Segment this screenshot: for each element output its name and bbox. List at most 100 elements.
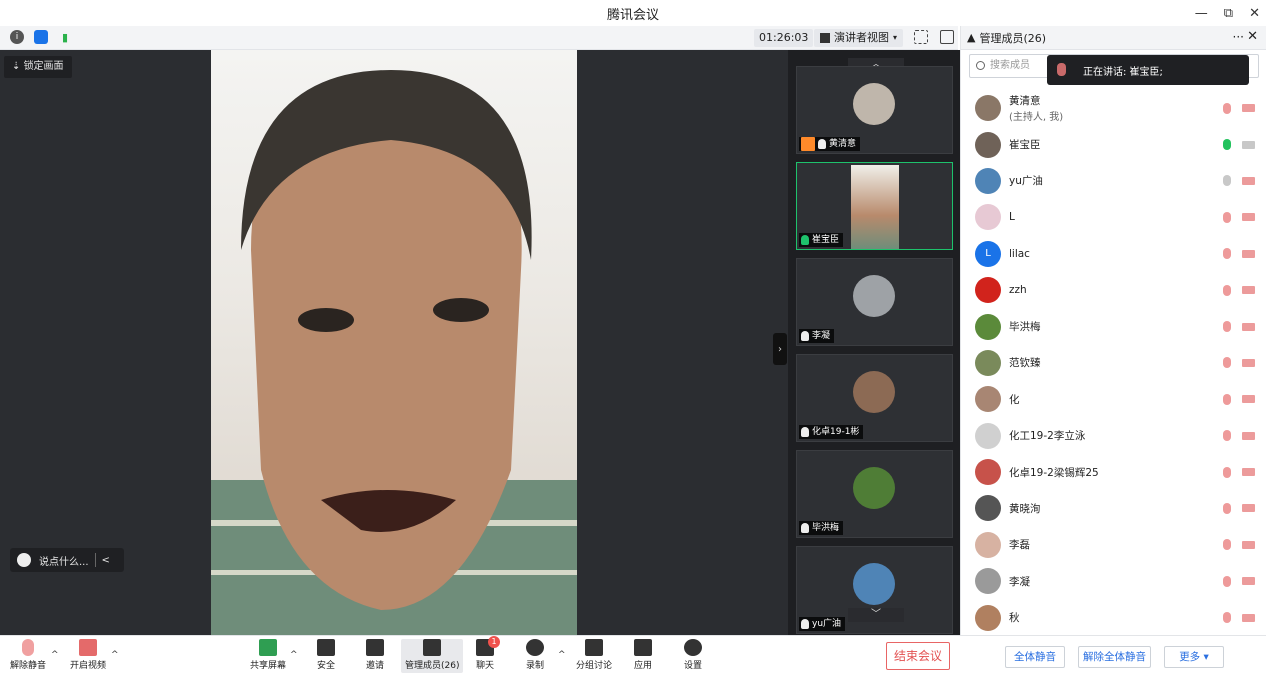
speaker-video (211, 50, 577, 635)
minimize-button[interactable]: — (1195, 6, 1208, 21)
camera-off-icon (79, 639, 97, 656)
member-row[interactable]: yu广油 (961, 163, 1266, 199)
mic-muted-icon[interactable] (1223, 284, 1231, 296)
camera-off-icon[interactable] (1242, 213, 1255, 222)
end-meeting-button[interactable]: 结束会议 (886, 642, 950, 670)
settings-button[interactable]: 设置 (684, 639, 702, 671)
mic-muted-icon[interactable] (1223, 357, 1231, 369)
sidebar-toggle-icon[interactable] (940, 30, 954, 44)
start-video-button[interactable]: 开启视频 (70, 639, 106, 671)
mic-muted-icon[interactable] (1223, 575, 1231, 587)
signal-icon[interactable]: ▮ (58, 30, 72, 44)
gallery-toggle-button[interactable]: › (773, 333, 787, 365)
member-name: 毕洪梅 (1009, 321, 1041, 334)
shield-icon[interactable] (34, 30, 48, 44)
camera-off-icon[interactable] (1242, 176, 1255, 185)
apps-button[interactable]: 应用 (634, 639, 652, 671)
mic-muted-icon[interactable] (1223, 211, 1231, 223)
unmute-all-button[interactable]: 解除全体静音 (1078, 646, 1151, 668)
chat-badge: 1 (488, 636, 500, 648)
camera-icon[interactable] (1242, 140, 1255, 149)
chevron-up-icon[interactable]: ^ (558, 650, 566, 660)
restore-button[interactable]: ⧉ (1224, 6, 1233, 21)
camera-off-icon[interactable] (1242, 577, 1255, 586)
close-button[interactable]: ✕ (1249, 6, 1260, 21)
mic-muted-icon[interactable] (1223, 393, 1231, 405)
chevron-up-icon[interactable]: ^ (290, 650, 298, 660)
member-row[interactable]: L (961, 199, 1266, 235)
meeting-timer: 01:26:03 (754, 29, 814, 47)
window-title: 腾讯会议 (606, 7, 659, 23)
chat-button[interactable]: 1 聊天 (476, 636, 500, 671)
more-button[interactable]: 更多 ▾ (1164, 646, 1224, 668)
collapse-chat-icon[interactable]: < (102, 555, 110, 566)
security-button[interactable]: 安全 (317, 639, 335, 671)
member-row[interactable]: 毕洪梅 (961, 308, 1266, 344)
mic-muted-icon[interactable] (1223, 321, 1231, 333)
gallery-scroll-down-icon[interactable]: ﹀ (848, 608, 904, 622)
camera-off-icon[interactable] (1242, 540, 1255, 549)
mic-muted-icon[interactable] (1223, 248, 1231, 260)
member-row[interactable]: 化卓19-2梁锡辉25 (961, 454, 1266, 490)
unmute-button[interactable]: 解除静音 (10, 639, 46, 671)
chevron-up-icon[interactable]: ^ (51, 650, 59, 660)
chevron-up-icon[interactable]: ^ (111, 650, 119, 660)
camera-off-icon[interactable] (1242, 249, 1255, 258)
mic-icon[interactable] (1223, 139, 1231, 151)
gallery-tile[interactable]: 黄清意 (796, 66, 953, 154)
mic-muted-icon[interactable] (1223, 102, 1231, 114)
more-options-icon[interactable]: ··· (1233, 30, 1244, 44)
mic-icon[interactable] (1223, 175, 1231, 187)
avatar (975, 531, 1001, 558)
gallery-tile[interactable]: 毕洪梅 (796, 450, 953, 538)
search-icon (976, 61, 985, 70)
mic-muted-icon[interactable] (1223, 430, 1231, 442)
member-row[interactable]: 范钦臻 (961, 345, 1266, 381)
camera-off-icon[interactable] (1242, 104, 1255, 113)
camera-off-icon[interactable] (1242, 468, 1255, 477)
member-row[interactable]: 李凝 (961, 563, 1266, 599)
camera-off-icon[interactable] (1242, 286, 1255, 295)
avatar (975, 422, 1001, 449)
invite-button[interactable]: 邀请 (366, 639, 384, 671)
breakout-button[interactable]: 分组讨论 (576, 639, 612, 671)
gallery-tile[interactable]: 崔宝臣 (796, 162, 953, 250)
apps-icon (634, 639, 652, 656)
member-row[interactable]: zzh (961, 272, 1266, 308)
fullscreen-icon[interactable] (914, 30, 928, 44)
mic-muted-icon[interactable] (1223, 502, 1231, 514)
gallery-tile[interactable]: 化卓19-1彬 (796, 354, 953, 442)
close-panel-icon[interactable]: ✕ (1247, 29, 1258, 44)
mic-muted-icon[interactable] (1223, 466, 1231, 478)
member-row[interactable]: 秋 (961, 599, 1266, 635)
lock-view-button[interactable]: ⇣ 锁定画面 (4, 56, 72, 78)
member-row[interactable]: 化 (961, 381, 1266, 417)
mic-muted-icon[interactable] (1223, 612, 1231, 624)
camera-off-icon[interactable] (1242, 431, 1255, 440)
camera-off-icon[interactable] (1242, 322, 1255, 331)
member-row[interactable]: 黄清意 (主持人, 我) (961, 90, 1266, 126)
info-icon[interactable]: i (10, 30, 24, 44)
record-button[interactable]: 录制 (526, 639, 544, 671)
mute-all-button[interactable]: 全体静音 (1005, 646, 1065, 668)
camera-off-icon[interactable] (1242, 504, 1255, 513)
meeting-top-bar: i ▮ 01:26:03 演讲者视图 ▾ (0, 26, 958, 50)
avatar (853, 83, 895, 125)
manage-members-button[interactable]: 管理成员(26) (401, 639, 464, 673)
member-row[interactable]: 崔宝臣 (961, 126, 1266, 162)
member-row[interactable]: 李磊 (961, 527, 1266, 563)
camera-off-icon[interactable] (1242, 613, 1255, 622)
camera-off-icon[interactable] (1242, 358, 1255, 367)
mic-muted-icon[interactable] (1223, 539, 1231, 551)
breakout-icon (585, 639, 603, 656)
share-screen-button[interactable]: 共享屏幕 (250, 639, 286, 671)
member-row[interactable]: 黄晓洵 (961, 490, 1266, 526)
chat-quick-input[interactable]: 说点什么... < (10, 548, 124, 572)
view-mode-select[interactable]: 演讲者视图 ▾ (814, 29, 904, 47)
member-text: yu广油 (1009, 173, 1043, 188)
member-row[interactable]: Llilac (961, 236, 1266, 272)
gallery-tile[interactable]: 李凝 (796, 258, 953, 346)
emoji-icon[interactable] (17, 553, 31, 567)
camera-off-icon[interactable] (1242, 395, 1255, 404)
member-row[interactable]: 化工19-2李立泳 (961, 418, 1266, 454)
